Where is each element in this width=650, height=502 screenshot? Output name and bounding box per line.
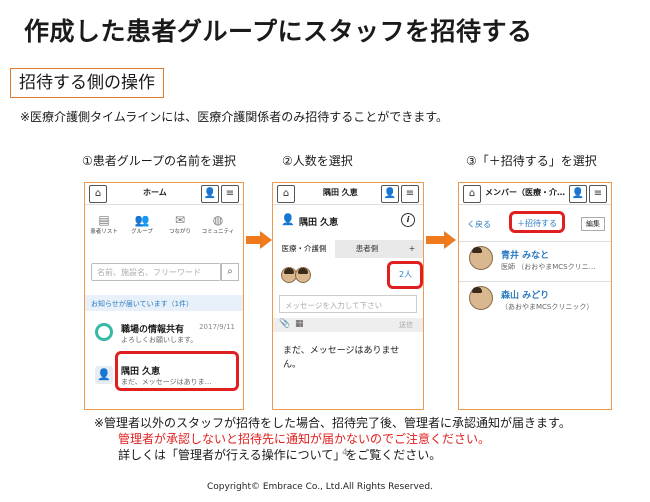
member-name: 青井 みなと <box>501 251 550 261</box>
highlight-box <box>115 351 239 391</box>
member-sub: （あおやまMCSクリニック） <box>501 303 594 311</box>
member-avatar <box>295 267 311 283</box>
clipboard-icon: ▤ <box>98 213 110 227</box>
header-title: メンバー（医療・介… <box>485 188 565 197</box>
user-icon: 👤 <box>281 213 295 226</box>
list-item[interactable]: 青井 みなと 医師 （おおやまMCSクリニ… <box>459 241 611 277</box>
nav-patient-list[interactable]: ▤ 患者リスト <box>87 213 121 235</box>
phone-header: ⌂ 隅田 久恵 👤 ≡ <box>273 183 423 205</box>
home-icon[interactable]: ⌂ <box>277 185 295 203</box>
paperclip-icon[interactable]: 📎 <box>279 319 290 329</box>
phone-home-screen: ⌂ ホーム 👤 ≡ ▤ 患者リスト 👥 グループ ✉ つながり ◍ コミュニティ 名前、… <box>84 182 244 410</box>
grid-icon[interactable]: ▦ <box>295 319 304 329</box>
search-input[interactable]: 名前、施設名、フリーワード <box>91 263 221 281</box>
member-sub: 医師 （おおやまMCSクリニ… <box>501 263 596 271</box>
send-button[interactable]: 送信 <box>399 320 413 330</box>
back-button[interactable]: く戻る <box>467 219 491 230</box>
nav-icons: ▤ 患者リスト 👥 グループ ✉ つながり ◍ コミュニティ <box>85 213 243 247</box>
row-title: 職場の情報共有 <box>121 325 185 335</box>
add-user-icon[interactable]: 👤 <box>569 185 587 203</box>
member-name: 森山 みどり <box>501 291 550 301</box>
info-icon[interactable]: i <box>401 213 415 227</box>
tab-patient[interactable]: 患者側 <box>335 240 399 258</box>
menu-icon[interactable]: ≡ <box>401 185 419 203</box>
patient-name: 隅田 久恵 <box>299 218 339 228</box>
notice-bar[interactable]: お知らせが届いています（1件） <box>85 295 243 311</box>
section-label: 招待する側の操作 <box>10 68 164 98</box>
group-icon: 👥 <box>134 213 150 227</box>
step-1-label: ①患者グループの名前を選択 <box>82 154 237 168</box>
message-toolbar: 📎 ▦ 送信 <box>273 318 423 332</box>
member-avatar <box>469 246 493 270</box>
message-input[interactable]: メッセージを入力して下さい <box>279 295 417 313</box>
copyright: Copyright© Embrace Co., Ltd.All Rights R… <box>207 482 433 492</box>
row-subtitle: よろしくお願いします。 <box>121 336 198 344</box>
member-avatar <box>469 286 493 310</box>
row-date: 2017/9/11 <box>199 323 235 331</box>
home-icon[interactable]: ⌂ <box>463 185 481 203</box>
tab-bar: 医療・介護側 患者側 + <box>273 240 423 258</box>
add-user-icon[interactable]: 👤 <box>201 185 219 203</box>
envelope-icon: ✉ <box>174 213 186 227</box>
tab-medical[interactable]: 医療・介護側 <box>273 240 335 258</box>
edit-button[interactable]: 編集 <box>581 217 605 231</box>
empty-message-2: ん。 <box>283 360 302 370</box>
arrow-right-icon <box>246 231 272 249</box>
bottom-note-1: ※管理者以外のスタッフが招待をした場合、招待完了後、管理者に承認通知が届きます。 <box>94 416 571 430</box>
menu-icon[interactable]: ≡ <box>589 185 607 203</box>
phone-header: ⌂ ホーム 👤 ≡ <box>85 183 243 205</box>
header-title: 隅田 久恵 <box>323 188 358 197</box>
empty-message: まだ、メッセージはありませ <box>283 346 400 356</box>
page-number: 4 <box>342 448 348 458</box>
home-icon[interactable]: ⌂ <box>89 185 107 203</box>
nav-group[interactable]: 👥 グループ <box>125 213 159 235</box>
phone-member-screen: ⌂ メンバー（医療・介… 👤 ≡ く戻る ＋招待する 編集 青井 みなと 医師 … <box>458 182 612 410</box>
menu-icon[interactable]: ≡ <box>221 185 239 203</box>
nav-connection[interactable]: ✉ つながり <box>163 213 197 235</box>
note-text: ※医療介護側タイムラインには、医療介護関係者のみ招待することができます。 <box>20 110 449 124</box>
add-user-icon[interactable]: 👤 <box>381 185 399 203</box>
header-title: ホーム <box>143 188 167 197</box>
list-item[interactable]: 職場の情報共有 2017/9/11 よろしくお願いします。 <box>85 317 243 349</box>
globe-icon: ◍ <box>212 213 224 227</box>
step-2-label: ②人数を選択 <box>282 154 353 168</box>
list-item[interactable]: 森山 みどり （あおやまMCSクリニック） <box>459 281 611 317</box>
search-icon[interactable]: ⌕ <box>221 263 239 281</box>
group-avatar-icon <box>95 323 113 341</box>
page-title: 作成した患者グループにスタッフを招待する <box>24 17 533 46</box>
highlight-box <box>509 211 565 233</box>
highlight-box <box>387 261 423 289</box>
phone-header: ⌂ メンバー（医療・介… 👤 ≡ <box>459 183 611 205</box>
bottom-note-warning: 管理者が承認しないと招待先に通知が届かないのでご注意ください。 <box>118 432 491 446</box>
step-3-label: ③「＋招待する」を選択 <box>466 154 597 168</box>
nav-community[interactable]: ◍ コミュニティ <box>201 213 235 235</box>
arrow-right-icon <box>426 231 456 249</box>
bottom-note-3: 詳しくは「管理者が行える操作について」をご覧ください。 <box>118 448 442 462</box>
user-icon: 👤 <box>95 366 113 384</box>
phone-chat-screen: ⌂ 隅田 久恵 👤 ≡ 👤 隅田 久恵 i 医療・介護側 患者側 + 2人 メッ… <box>272 182 424 410</box>
tab-add[interactable]: + <box>399 240 423 258</box>
